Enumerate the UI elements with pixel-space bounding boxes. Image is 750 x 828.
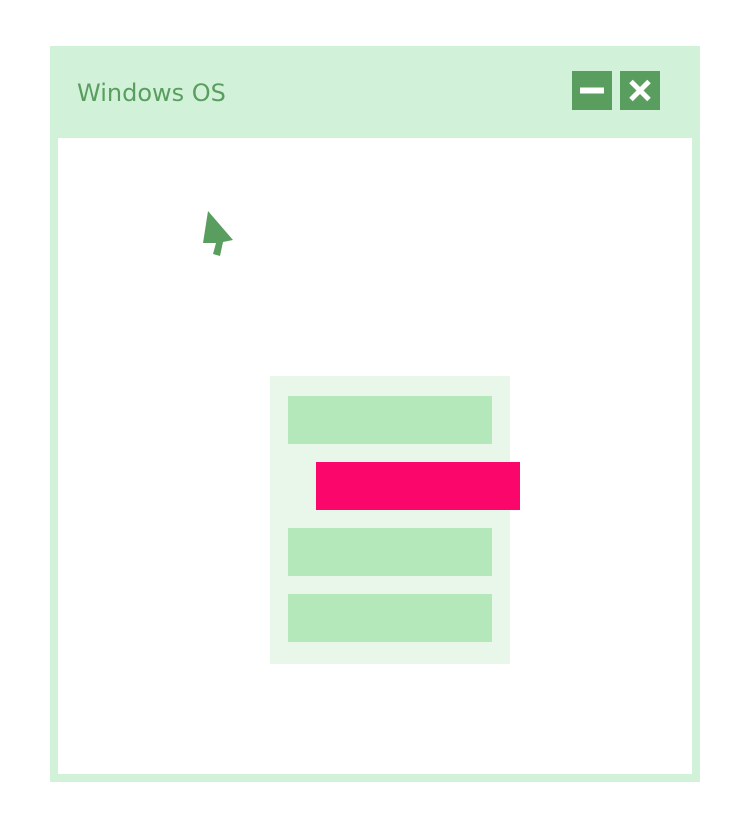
title-bar[interactable]: Windows OS bbox=[50, 46, 700, 138]
window-content bbox=[58, 138, 692, 774]
close-icon bbox=[629, 79, 651, 102]
minimize-icon bbox=[580, 87, 604, 94]
pointer-arrow-icon bbox=[203, 211, 233, 256]
app-window: Windows OS bbox=[50, 46, 700, 782]
context-menu bbox=[270, 376, 520, 664]
menu-item-2-dragging[interactable] bbox=[316, 462, 520, 510]
menu-item-4[interactable] bbox=[288, 594, 492, 642]
window-title: Windows OS bbox=[77, 79, 226, 107]
menu-item-1[interactable] bbox=[288, 396, 492, 444]
minimize-button[interactable] bbox=[572, 71, 612, 110]
menu-item-3[interactable] bbox=[288, 528, 492, 576]
close-button[interactable] bbox=[620, 71, 660, 110]
